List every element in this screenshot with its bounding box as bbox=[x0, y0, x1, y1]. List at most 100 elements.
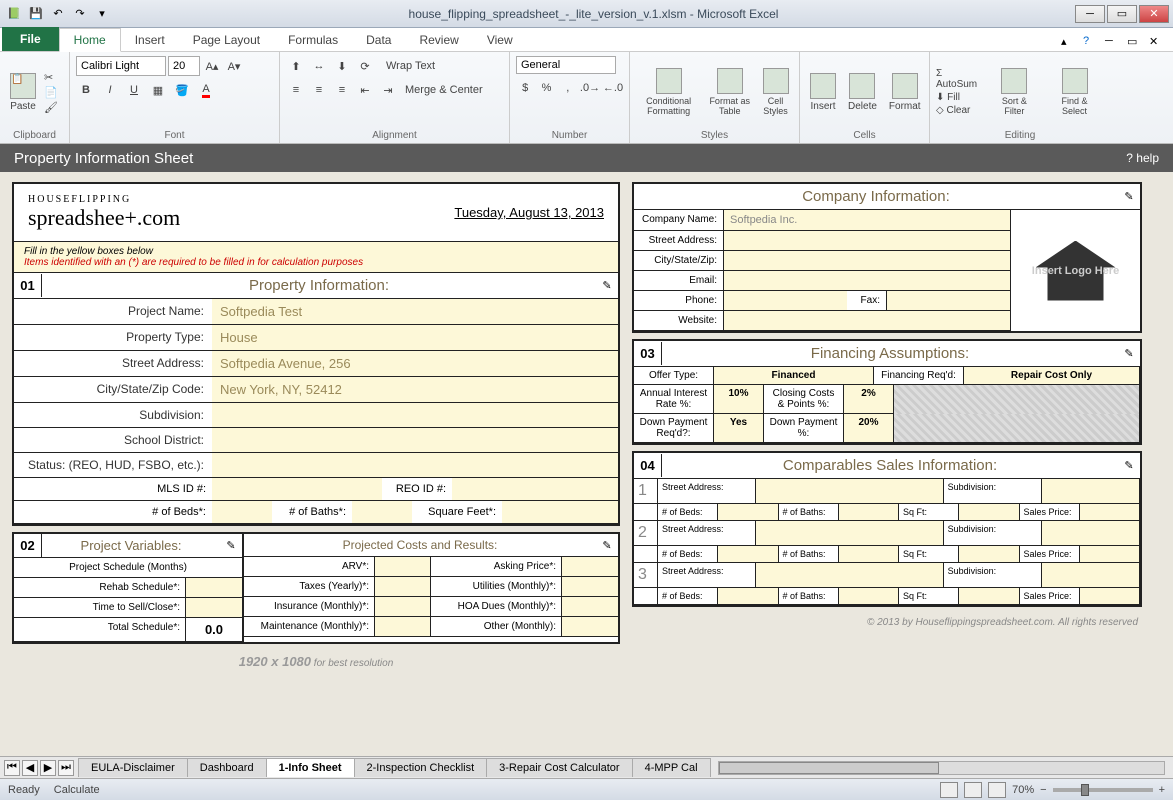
close-button[interactable]: ✕ bbox=[1139, 5, 1169, 23]
school-input[interactable] bbox=[212, 428, 618, 452]
italic-icon[interactable]: I bbox=[100, 80, 120, 100]
zoom-in-icon[interactable]: + bbox=[1159, 784, 1165, 796]
excel-icon[interactable]: 📗 bbox=[4, 4, 24, 24]
comp-beds-input[interactable] bbox=[718, 588, 778, 604]
rehab-input[interactable] bbox=[186, 578, 242, 597]
font-name-select[interactable] bbox=[76, 56, 166, 76]
save-icon[interactable]: 💾 bbox=[26, 4, 46, 24]
decrease-font-icon[interactable]: A▾ bbox=[224, 56, 244, 76]
other-input[interactable] bbox=[562, 617, 618, 636]
arv-input[interactable] bbox=[375, 557, 431, 576]
insert-cells-button[interactable]: Insert bbox=[806, 71, 840, 114]
mls-input[interactable] bbox=[212, 478, 382, 501]
zoom-level[interactable]: 70% bbox=[1012, 784, 1034, 796]
align-top-icon[interactable]: ⬆ bbox=[286, 56, 306, 76]
cut-icon[interactable]: ✂ bbox=[44, 71, 58, 84]
comp-sqft-input[interactable] bbox=[959, 504, 1019, 520]
tab-formulas[interactable]: Formulas bbox=[274, 29, 352, 51]
autosum-button[interactable]: Σ AutoSum bbox=[936, 68, 984, 90]
wrap-text-button[interactable]: Wrap Text bbox=[386, 60, 435, 72]
align-middle-icon[interactable]: ↔ bbox=[309, 56, 329, 76]
merge-center-button[interactable]: Merge & Center bbox=[405, 84, 483, 96]
comp-baths-input[interactable] bbox=[839, 588, 899, 604]
undo-icon[interactable]: ↶ bbox=[48, 4, 68, 24]
first-sheet-icon[interactable]: ⏮ bbox=[4, 760, 20, 776]
currency-icon[interactable]: $ bbox=[516, 78, 534, 98]
find-select-button[interactable]: Find & Select bbox=[1045, 66, 1104, 118]
tab-page-layout[interactable]: Page Layout bbox=[179, 29, 274, 51]
format-painter-icon[interactable]: 🖌 bbox=[44, 101, 58, 114]
sheet-tab[interactable]: EULA-Disclaimer bbox=[78, 758, 188, 777]
company-city-input[interactable] bbox=[724, 251, 1010, 270]
zoom-out-icon[interactable]: − bbox=[1040, 784, 1046, 796]
page-break-view-icon[interactable] bbox=[988, 782, 1006, 798]
comp-beds-input[interactable] bbox=[718, 546, 778, 562]
pencil-icon[interactable]: ✎ bbox=[596, 539, 618, 552]
comp-street-input[interactable] bbox=[756, 479, 943, 503]
fin-reqd-input[interactable]: Repair Cost Only bbox=[964, 367, 1140, 385]
align-right-icon[interactable]: ≡ bbox=[332, 80, 352, 100]
increase-font-icon[interactable]: A▴ bbox=[202, 56, 222, 76]
maint-input[interactable] bbox=[375, 617, 431, 636]
comp-sqft-input[interactable] bbox=[959, 588, 1019, 604]
maximize-button[interactable]: ▭ bbox=[1107, 5, 1137, 23]
comp-price-input[interactable] bbox=[1080, 546, 1140, 562]
decrease-decimal-icon[interactable]: ←.0 bbox=[603, 78, 623, 98]
number-format-select[interactable] bbox=[516, 56, 616, 74]
logo-placeholder[interactable]: Insert Logo Here bbox=[1010, 210, 1140, 331]
status-input[interactable] bbox=[212, 453, 618, 477]
zoom-slider[interactable] bbox=[1053, 788, 1153, 792]
last-sheet-icon[interactable]: ⏭ bbox=[58, 760, 74, 776]
minimize-ribbon-icon[interactable]: ▴ bbox=[1061, 35, 1077, 51]
next-sheet-icon[interactable]: ▶ bbox=[40, 760, 56, 776]
sheet-tab[interactable]: 1-Info Sheet bbox=[266, 758, 355, 777]
sheet-tab[interactable]: 4-MPP Cal bbox=[632, 758, 711, 777]
doc-close-icon[interactable]: ✕ bbox=[1149, 35, 1165, 51]
align-left-icon[interactable]: ≡ bbox=[286, 80, 306, 100]
help-link[interactable]: ? help bbox=[1126, 151, 1159, 165]
comp-sqft-input[interactable] bbox=[959, 546, 1019, 562]
orientation-icon[interactable]: ⟳ bbox=[355, 56, 375, 76]
project, -name-input[interactable]: Softpedia Test bbox=[212, 299, 618, 324]
format-as-table-button[interactable]: Format as Table bbox=[705, 66, 754, 118]
comp-baths-input[interactable] bbox=[839, 546, 899, 562]
company-website-input[interactable] bbox=[724, 311, 1010, 330]
dp-reqd-input[interactable]: Yes bbox=[714, 414, 764, 443]
closing-input[interactable]: 2% bbox=[844, 385, 894, 414]
asking-input[interactable] bbox=[562, 557, 618, 576]
redo-icon[interactable]: ↷ bbox=[70, 4, 90, 24]
fill-button[interactable]: ⬇ Fill bbox=[936, 92, 984, 103]
company-email-input[interactable] bbox=[724, 271, 1010, 290]
tab-view[interactable]: View bbox=[473, 29, 527, 51]
help-icon[interactable]: ? bbox=[1083, 35, 1099, 51]
pencil-icon[interactable]: ✎ bbox=[220, 539, 242, 552]
align-center-icon[interactable]: ≡ bbox=[309, 80, 329, 100]
comma-icon[interactable]: , bbox=[559, 78, 577, 98]
company-phone-input[interactable] bbox=[724, 291, 847, 310]
dp-pct-input[interactable]: 20% bbox=[844, 414, 894, 443]
sheet-tab[interactable]: Dashboard bbox=[187, 758, 267, 777]
normal-view-icon[interactable] bbox=[940, 782, 958, 798]
sort-filter-button[interactable]: Sort & Filter bbox=[988, 66, 1041, 118]
align-bottom-icon[interactable]: ⬇ bbox=[332, 56, 352, 76]
increase-indent-icon[interactable]: ⇥ bbox=[378, 80, 398, 100]
fill-color-icon[interactable]: 🪣 bbox=[172, 80, 192, 100]
page-layout-view-icon[interactable] bbox=[964, 782, 982, 798]
comp-street-input[interactable] bbox=[756, 521, 943, 545]
sqft-input[interactable] bbox=[502, 501, 618, 524]
city-input[interactable]: New York, NY, 52412 bbox=[212, 377, 618, 402]
prev-sheet-icon[interactable]: ◀ bbox=[22, 760, 38, 776]
scroll-thumb[interactable] bbox=[719, 762, 939, 774]
doc-restore-icon[interactable]: ▭ bbox=[1127, 35, 1143, 51]
font-color-icon[interactable]: A bbox=[196, 80, 216, 100]
tab-review[interactable]: Review bbox=[405, 29, 472, 51]
underline-icon[interactable]: U bbox=[124, 80, 144, 100]
font-size-select[interactable] bbox=[168, 56, 200, 76]
reo-input[interactable] bbox=[452, 478, 618, 501]
border-icon[interactable]: ▦ bbox=[148, 80, 168, 100]
hoa-input[interactable] bbox=[562, 597, 618, 616]
tab-file[interactable]: File bbox=[2, 27, 59, 51]
tab-data[interactable]: Data bbox=[352, 29, 405, 51]
pencil-icon[interactable]: ✎ bbox=[596, 279, 618, 292]
cell-styles-button[interactable]: Cell Styles bbox=[758, 66, 793, 118]
